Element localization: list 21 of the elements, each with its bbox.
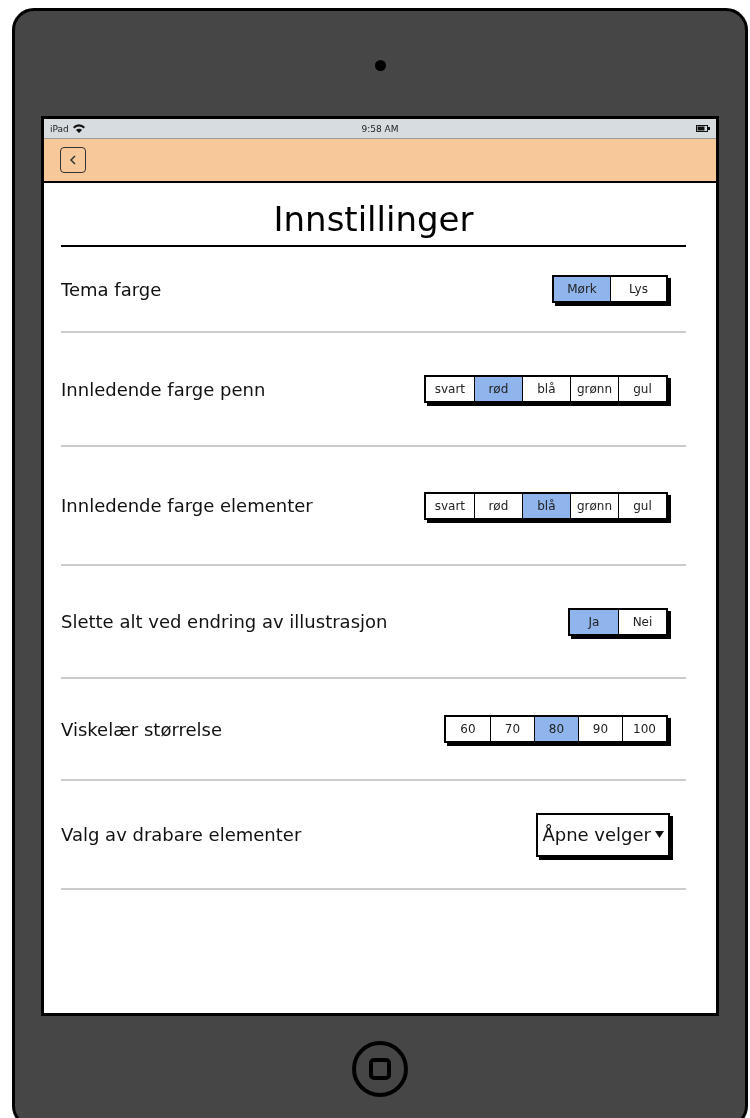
page-title: Innstillinger (61, 183, 686, 247)
setting-label: Slette alt ved endring av illustrasjon (61, 611, 388, 632)
segment-button[interactable]: rød (473, 377, 522, 401)
wifi-icon (72, 124, 85, 133)
setting-label: Viskelær størrelse (61, 718, 222, 740)
segment-button[interactable]: blå (521, 493, 570, 518)
battery-icon (696, 125, 710, 132)
dropdown[interactable]: Åpne velger (536, 812, 670, 857)
segment-button[interactable]: Ja (570, 609, 618, 634)
carrier-label: iPad (50, 123, 69, 134)
camera-icon (374, 60, 386, 71)
back-button[interactable] (60, 147, 86, 173)
setting-label: Tema farge (61, 278, 162, 300)
setting-label: Innledende farge penn (61, 378, 266, 400)
setting-label: Valg av drabare elementer (61, 824, 302, 845)
status-time: 9:58 AM (361, 123, 399, 134)
segment-button[interactable]: Mørk (554, 277, 610, 301)
segment-button[interactable]: 80 (534, 717, 578, 741)
chevron-left-icon (69, 155, 77, 165)
caret-icon (655, 831, 664, 838)
setting-label: Innledende farge elementer (61, 495, 313, 516)
